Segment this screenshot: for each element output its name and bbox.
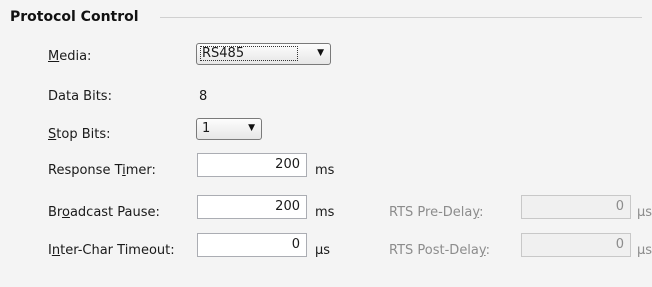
chevron-down-icon: ▼ [317, 48, 324, 58]
response-timer-unit: ms [315, 163, 335, 178]
media-label: Media: [48, 49, 92, 64]
stop-bits-select-value: 1 [202, 121, 211, 136]
rts-post-delay-unit: µs [637, 243, 652, 258]
stop-bits-label: Stop Bits: [48, 127, 111, 142]
media-select-value: RS485 [202, 46, 245, 61]
chevron-down-icon: ▼ [248, 123, 255, 133]
inter-char-timeout-label: Inter-Char Timeout: [48, 243, 175, 258]
data-bits-label: Data Bits: [48, 89, 112, 104]
broadcast-pause-input[interactable]: 200 [197, 195, 307, 219]
broadcast-pause-unit: ms [315, 205, 335, 220]
inter-char-timeout-unit: µs [315, 243, 331, 258]
media-select[interactable]: RS485 ▼ [196, 43, 331, 65]
response-timer-input[interactable]: 200 [197, 153, 307, 177]
rts-pre-delay-label: RTS Pre-Delay: [389, 205, 484, 220]
rts-post-delay-label: RTS Post-Delay: [389, 243, 491, 258]
stop-bits-select[interactable]: 1 ▼ [196, 118, 262, 140]
data-bits-value: 8 [199, 89, 208, 104]
response-timer-label: Response Timer: [48, 163, 156, 178]
group-title: Protocol Control [10, 9, 139, 25]
group-divider [160, 17, 642, 18]
broadcast-pause-label: Broadcast Pause: [48, 205, 160, 220]
rts-pre-delay-unit: µs [637, 205, 652, 220]
rts-pre-delay-input[interactable]: 0 [521, 195, 631, 219]
inter-char-timeout-input[interactable]: 0 [197, 233, 307, 257]
rts-post-delay-input[interactable]: 0 [521, 233, 631, 257]
